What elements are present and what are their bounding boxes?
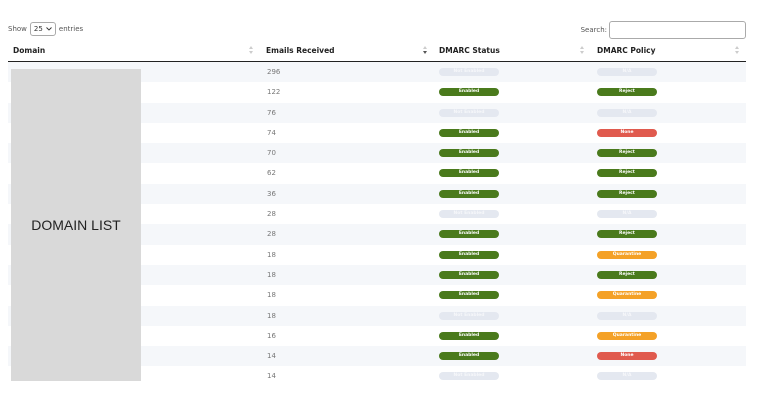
dmarc-status-badge: Not Enabled [439, 210, 499, 219]
dmarc-policy-badge: Reject [597, 230, 657, 239]
header-dmarc-policy[interactable]: DMARC Policy [597, 46, 656, 55]
domain-list-placeholder: DOMAIN LIST [11, 69, 141, 381]
dmarc-policy-badge: Quarantine [597, 331, 657, 340]
dmarc-policy-badge: Reject [597, 88, 657, 97]
emails-received-cell: 122 [267, 88, 281, 97]
emails-received-cell: 14 [267, 352, 276, 361]
emails-received-cell: 70 [267, 149, 276, 158]
header-domain[interactable]: Domain [13, 46, 45, 55]
dmarc-policy-badge: None [597, 352, 657, 361]
dmarc-status-badge: Not Enabled [439, 311, 499, 320]
dmarc-status-badge: Enabled [439, 169, 499, 178]
dmarc-policy-badge: N/A [597, 210, 657, 219]
emails-received-cell: 74 [267, 128, 276, 137]
dmarc-policy-badge: Quarantine [597, 291, 657, 300]
chevron-down-icon [46, 27, 52, 31]
emails-received-cell: 76 [267, 108, 276, 117]
emails-received-cell: 28 [267, 210, 276, 219]
search-input[interactable] [609, 21, 746, 39]
sort-icon[interactable] [734, 45, 740, 55]
table-toolbar: Show 25 entries Search: [0, 0, 758, 42]
dmarc-status-badge: Enabled [439, 352, 499, 361]
domains-table: Domain Emails Received DMARC Status DMAR… [8, 41, 746, 387]
dmarc-policy-badge: Reject [597, 189, 657, 198]
dmarc-policy-badge: Reject [597, 169, 657, 178]
emails-received-cell: 28 [267, 230, 276, 239]
emails-received-cell: 62 [267, 169, 276, 178]
table-header: Domain Emails Received DMARC Status DMAR… [8, 41, 746, 62]
emails-received-cell: 14 [267, 372, 276, 381]
search-label: Search: [580, 26, 607, 34]
dmarc-status-badge: Enabled [439, 128, 499, 137]
dmarc-policy-badge: None [597, 128, 657, 137]
dmarc-status-badge: Enabled [439, 230, 499, 239]
dmarc-status-badge: Enabled [439, 291, 499, 300]
dmarc-policy-badge: Quarantine [597, 250, 657, 259]
dmarc-policy-badge: N/A [597, 311, 657, 320]
dmarc-policy-badge: Reject [597, 149, 657, 158]
dmarc-policy-badge: Reject [597, 270, 657, 279]
emails-received-cell: 18 [267, 250, 276, 259]
emails-received-cell: 16 [267, 331, 276, 340]
emails-received-cell: 36 [267, 189, 276, 198]
entries-control: Show 25 entries [8, 22, 83, 36]
dmarc-status-badge: Enabled [439, 270, 499, 279]
show-label: Show [8, 25, 27, 33]
entries-label: entries [58, 25, 84, 33]
emails-received-cell: 18 [267, 291, 276, 300]
dmarc-policy-badge: N/A [597, 372, 657, 381]
entries-value: 25 [33, 25, 43, 33]
emails-received-cell: 296 [267, 68, 281, 76]
dmarc-status-badge: Enabled [439, 149, 499, 158]
dmarc-status-badge: Enabled [439, 250, 499, 259]
dmarc-policy-badge: N/A [597, 108, 657, 117]
header-emails-received[interactable]: Emails Received [266, 46, 335, 55]
dmarc-policy-badge: N/A [597, 68, 657, 76]
header-dmarc-status[interactable]: DMARC Status [439, 46, 500, 55]
dmarc-status-badge: Not Enabled [439, 372, 499, 381]
sort-icon[interactable] [422, 45, 428, 55]
emails-received-cell: 18 [267, 311, 276, 320]
entries-select[interactable]: 25 [29, 22, 56, 36]
sort-icon[interactable] [579, 45, 585, 55]
dmarc-status-badge: Not Enabled [439, 108, 499, 117]
search-control: Search: [581, 21, 746, 39]
dmarc-status-badge: Enabled [439, 189, 499, 198]
dmarc-status-badge: Not Enabled [439, 68, 499, 76]
sort-icon[interactable] [248, 45, 254, 55]
dmarc-status-badge: Enabled [439, 88, 499, 97]
emails-received-cell: 18 [267, 270, 276, 279]
dmarc-status-badge: Enabled [439, 331, 499, 340]
